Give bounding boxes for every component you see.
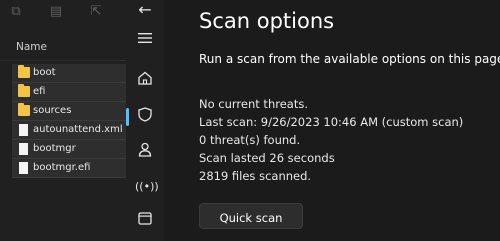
list-item[interactable]: efi xyxy=(12,83,126,102)
account-icon[interactable] xyxy=(135,142,155,162)
folder-icon xyxy=(18,84,30,97)
scan-status: No current threats. Last scan: 9/26/2023… xyxy=(199,95,463,185)
page-title: Scan options xyxy=(199,9,335,33)
divider xyxy=(0,60,126,61)
scan-duration: Scan lasted 26 seconds xyxy=(199,151,335,165)
back-icon[interactable]: ← xyxy=(135,0,155,20)
file-name: sources xyxy=(33,105,72,116)
threats-found: 0 threat(s) found. xyxy=(199,133,301,147)
list-item[interactable]: bootmgr xyxy=(12,140,126,159)
file-icon xyxy=(19,143,28,155)
file-name: bootmgr.efi xyxy=(33,162,91,173)
threat-status: No current threats. xyxy=(199,97,308,111)
file-explorer-pane: ⧉ ▤ ⇱ Name boot efi sources autounattend… xyxy=(0,0,126,241)
name-column-header[interactable]: Name xyxy=(16,41,47,53)
file-icon xyxy=(19,124,28,136)
folder-icon xyxy=(18,65,30,78)
file-name: autounattend.xml xyxy=(33,124,123,135)
file-list: boot efi sources autounattend.xml bootmg… xyxy=(12,64,126,178)
menu-icon[interactable] xyxy=(135,30,155,50)
share-icon[interactable]: ⇱ xyxy=(88,4,104,20)
list-item[interactable]: boot xyxy=(12,64,126,83)
files-scanned: 2819 files scanned. xyxy=(199,169,312,183)
copy-icon[interactable]: ⧉ xyxy=(8,4,24,20)
active-indicator xyxy=(126,108,129,126)
file-name: efi xyxy=(33,86,46,97)
network-icon[interactable]: ((•)) xyxy=(135,177,159,197)
list-item[interactable]: sources xyxy=(12,102,126,121)
file-icon xyxy=(19,162,28,174)
list-item[interactable]: bootmgr.efi xyxy=(12,159,126,178)
list-item[interactable]: autounattend.xml xyxy=(12,121,126,140)
app-browser-icon[interactable] xyxy=(135,211,155,231)
scan-options-page: Scan options Run a scan from the availab… xyxy=(164,0,500,241)
file-name: bootmgr xyxy=(33,143,76,154)
home-icon[interactable] xyxy=(135,71,155,91)
explorer-toolbar: ⧉ ▤ ⇱ xyxy=(0,4,126,24)
page-subtitle: Run a scan from the available options on… xyxy=(199,52,500,66)
paste-icon[interactable]: ▤ xyxy=(48,4,64,20)
folder-icon xyxy=(18,103,30,116)
shield-icon[interactable] xyxy=(135,107,155,127)
quick-scan-button[interactable]: Quick scan xyxy=(199,203,303,229)
file-name: boot xyxy=(33,67,56,78)
nav-rail: ← ((•)) xyxy=(126,0,164,241)
last-scan-info: Last scan: 9/26/2023 10:46 AM (custom sc… xyxy=(199,115,464,129)
